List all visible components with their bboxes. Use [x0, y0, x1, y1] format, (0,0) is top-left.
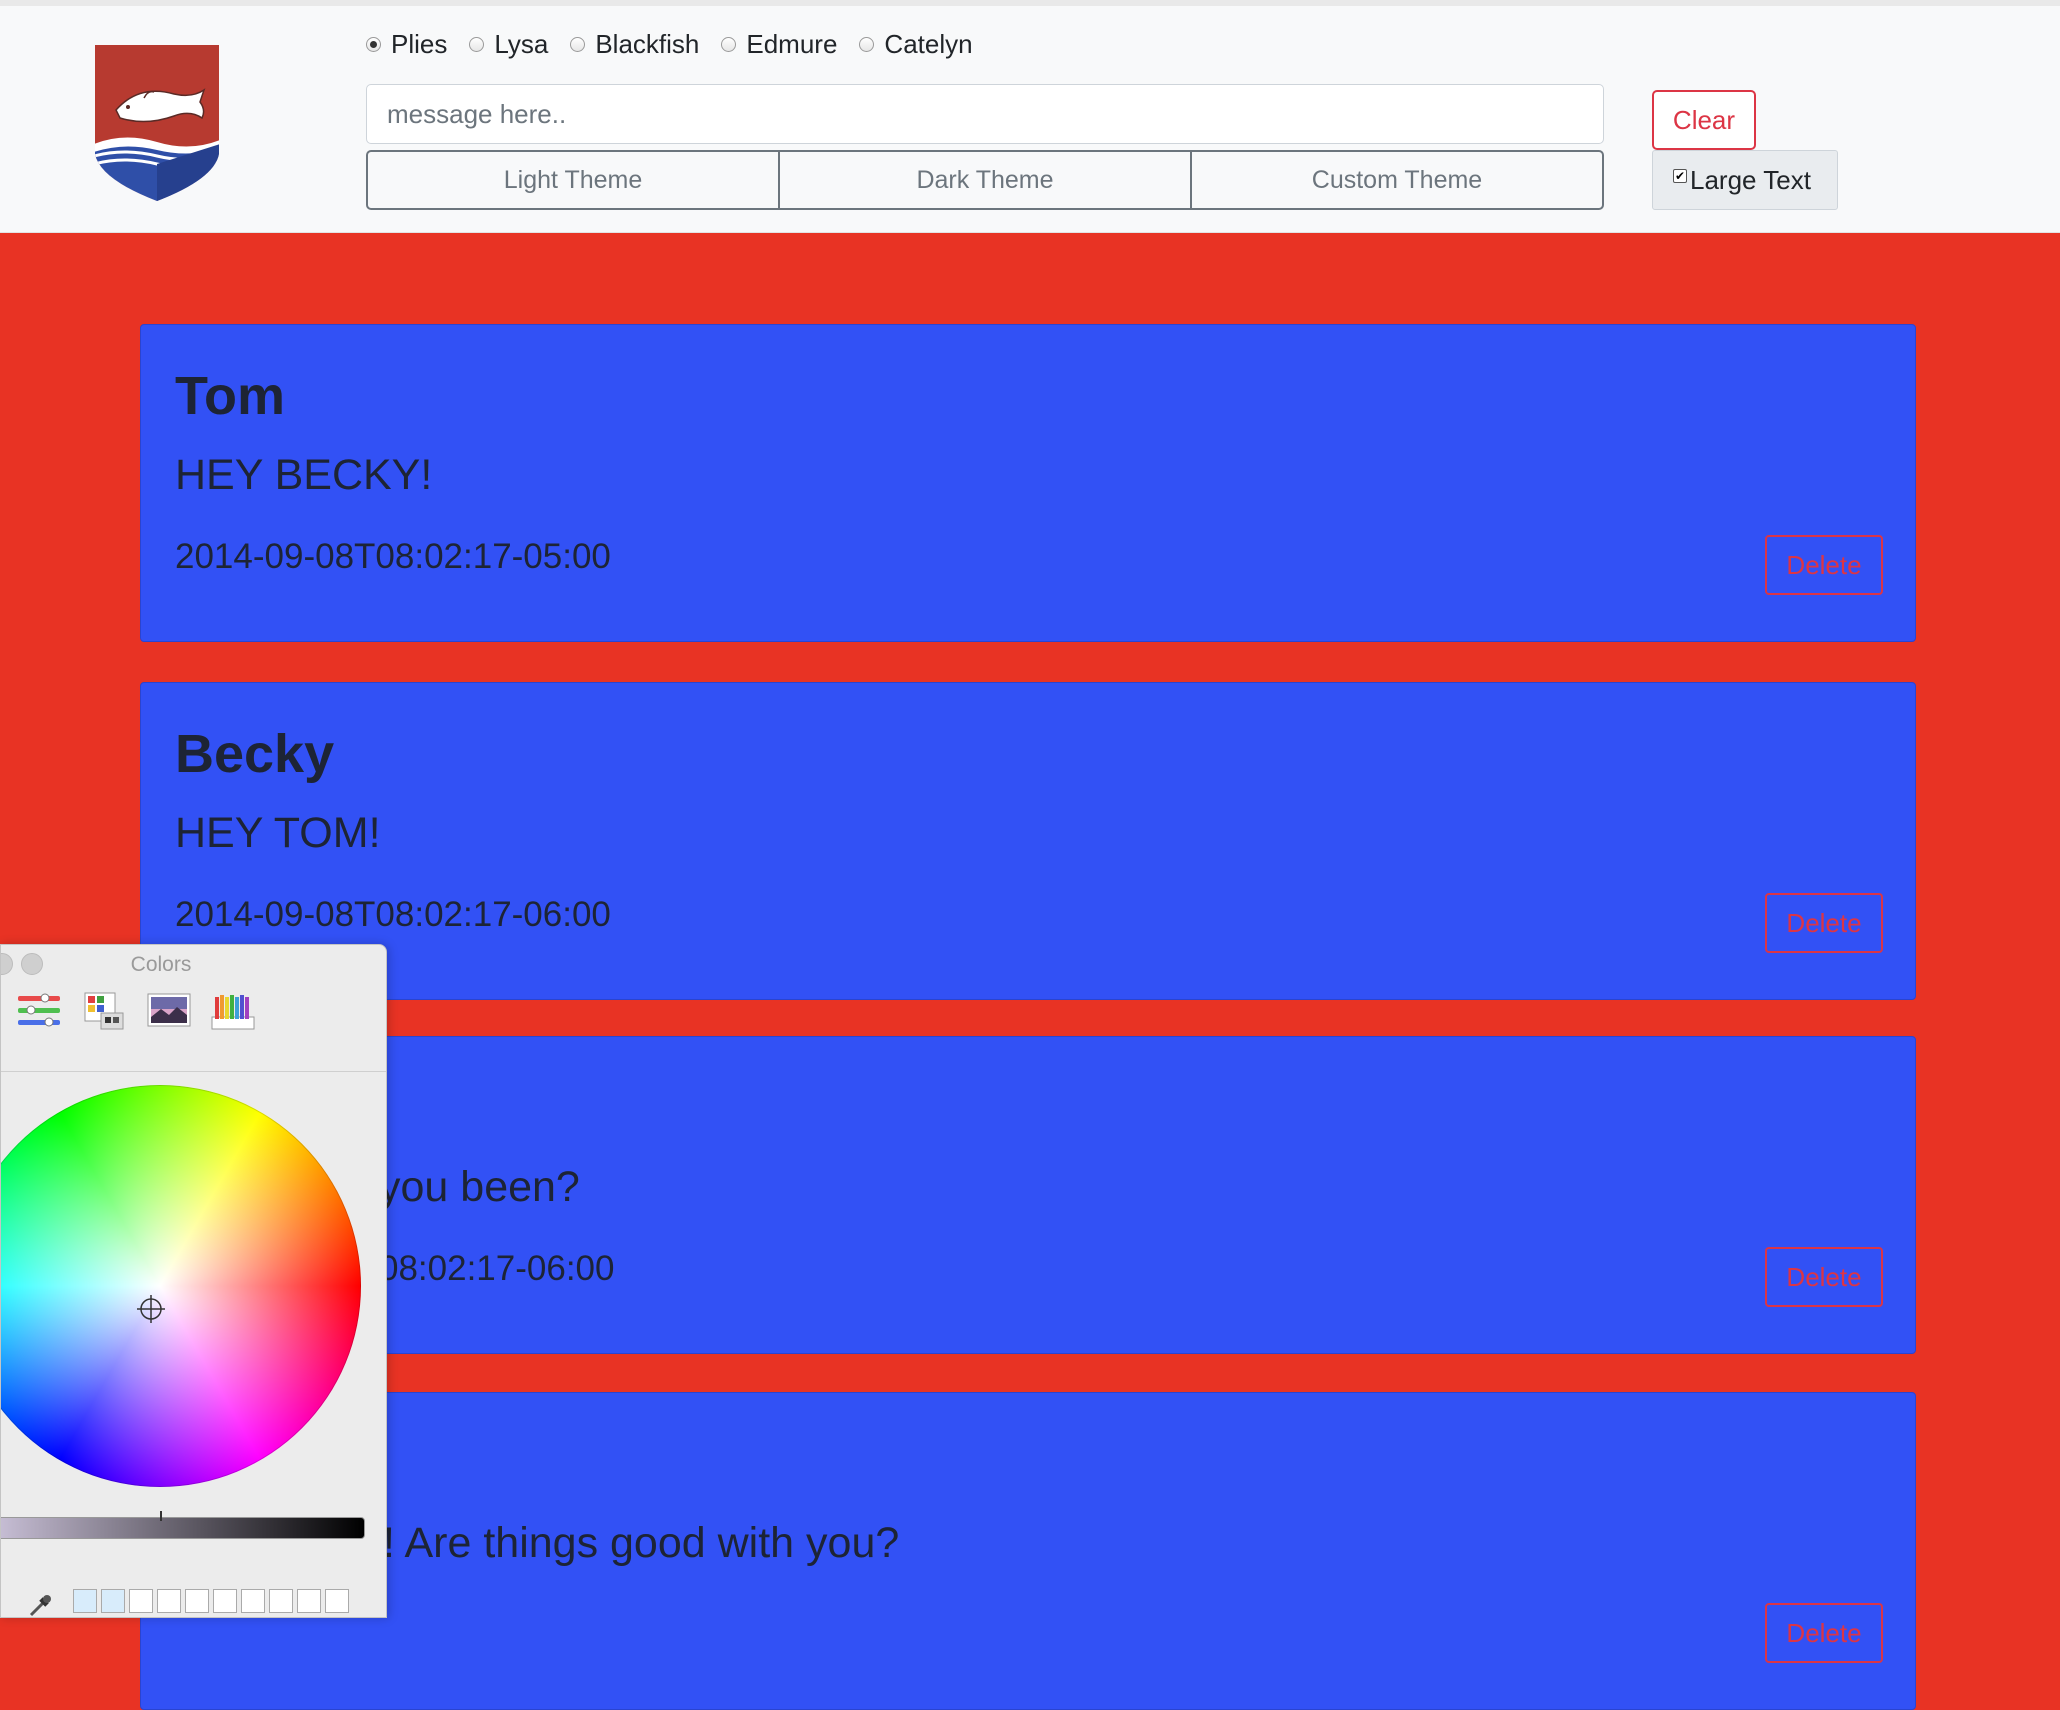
color-swatch[interactable]: [129, 1589, 153, 1613]
radio-label: Lysa: [494, 28, 549, 59]
message-text: you been?: [379, 1163, 580, 1211]
participant-radio-group: Plies Lysa Blackfish Edmure Catelyn: [366, 24, 995, 64]
delete-button[interactable]: Delete: [1765, 535, 1883, 595]
radio-label: Edmure: [746, 28, 838, 59]
radio-label: Plies: [391, 28, 448, 59]
message-author: Becky: [175, 724, 335, 784]
color-swatch[interactable]: [101, 1589, 125, 1613]
delete-button[interactable]: Delete: [1765, 1603, 1883, 1663]
app-header: Plies Lysa Blackfish Edmure Catelyn Ligh…: [0, 6, 2060, 233]
message-card: t! Are things good with you? Delete: [140, 1392, 1916, 1710]
theme-button-group: Light Theme Dark Theme Custom Theme: [366, 150, 1604, 210]
radio-plies[interactable]: Plies: [366, 29, 447, 60]
color-swatch[interactable]: [73, 1589, 97, 1613]
brightness-slider-handle[interactable]: [160, 1511, 162, 1521]
color-wheel-crosshair-icon[interactable]: [137, 1295, 165, 1323]
delete-button[interactable]: Delete: [1765, 893, 1883, 953]
clear-button[interactable]: Clear: [1652, 90, 1756, 150]
colors-panel-title: Colors: [130, 953, 192, 976]
radio-edmure[interactable]: Edmure: [721, 29, 837, 60]
radio-blackfish[interactable]: Blackfish: [570, 29, 699, 60]
large-text-label: Large Text: [1690, 164, 1811, 195]
radio-button[interactable]: [570, 36, 586, 52]
image-palettes-icon[interactable]: [147, 991, 191, 1031]
message-timestamp: 08:02:17-06:00: [379, 1249, 615, 1288]
color-swatch[interactable]: [325, 1589, 349, 1613]
color-swatches: [73, 1589, 353, 1613]
message-card: Becky HEY TOM! 2014-09-08T08:02:17-06:00…: [140, 682, 1916, 1000]
color-swatch[interactable]: [241, 1589, 265, 1613]
message-author: Tom: [175, 366, 285, 426]
custom-theme-button[interactable]: Custom Theme: [1192, 152, 1602, 208]
pencils-icon[interactable]: [211, 991, 255, 1031]
delete-button[interactable]: Delete: [1765, 1247, 1883, 1307]
color-swatch[interactable]: [213, 1589, 237, 1613]
dark-theme-button[interactable]: Dark Theme: [780, 152, 1192, 208]
message-text: HEY BECKY!: [175, 451, 433, 499]
color-swatch[interactable]: [297, 1589, 321, 1613]
color-swatch[interactable]: [269, 1589, 293, 1613]
message-text: t! Are things good with you?: [371, 1519, 900, 1567]
house-tully-logo: [94, 44, 220, 202]
radio-button-selected[interactable]: [366, 36, 381, 52]
color-palettes-icon[interactable]: [83, 991, 127, 1031]
radio-catelyn[interactable]: Catelyn: [859, 28, 973, 60]
message-card: you been? 08:02:17-06:00 Delete: [140, 1036, 1916, 1354]
radio-button[interactable]: [859, 36, 875, 52]
radio-button[interactable]: [721, 36, 737, 52]
radio-button[interactable]: [469, 36, 485, 52]
eyedropper-icon[interactable]: [27, 1593, 53, 1617]
message-timestamp: 2014-09-08T08:02:17-05:00: [175, 537, 611, 576]
color-sliders-icon[interactable]: [17, 991, 61, 1031]
large-text-checkbox[interactable]: ✔: [1673, 169, 1687, 183]
radio-label: Catelyn: [884, 28, 973, 59]
color-swatch[interactable]: [185, 1589, 209, 1613]
radio-lysa[interactable]: Lysa: [469, 29, 548, 60]
message-card: Tom HEY BECKY! 2014-09-08T08:02:17-05:00…: [140, 324, 1916, 642]
colors-panel: Colors: [0, 944, 387, 1618]
color-swatch[interactable]: [157, 1589, 181, 1613]
brightness-slider[interactable]: [1, 1517, 365, 1539]
light-theme-button[interactable]: Light Theme: [368, 152, 780, 208]
large-text-toggle[interactable]: ✔ Large Text: [1652, 150, 1838, 210]
message-input[interactable]: [366, 84, 1604, 144]
message-text: HEY TOM!: [175, 809, 381, 857]
color-wheel[interactable]: [1, 1085, 361, 1487]
radio-label: Blackfish: [595, 28, 700, 59]
message-timestamp: 2014-09-08T08:02:17-06:00: [175, 895, 611, 934]
